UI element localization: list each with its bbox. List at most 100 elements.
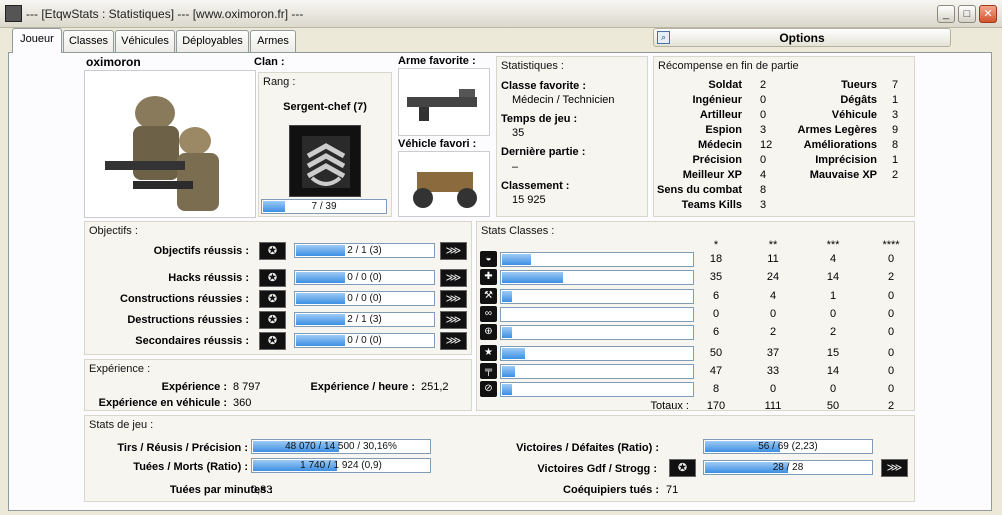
game-stats-panel: Stats de jeu : Tirs / Réusis / Précision… [84, 415, 915, 502]
pistol-icon: ╤ [480, 363, 497, 379]
fav-vehicle-image [398, 151, 490, 217]
wrench-icon: ⚒ [480, 288, 497, 304]
gdf-icon: ✪ [259, 290, 286, 308]
class-bar-fill [502, 348, 526, 359]
tab-vehicules[interactable]: Véhicules [115, 30, 175, 52]
ranking-value: 15 925 [512, 194, 546, 206]
column-header: ** [768, 239, 778, 251]
class-bar-fill [502, 384, 512, 395]
kpm-value: 0,83 [251, 484, 273, 496]
reward-value: 3 [760, 124, 767, 136]
class-stat-value: 2 [887, 271, 895, 283]
reward-label: Imprécision [815, 154, 877, 166]
shots-bar: 48 070 / 14 500 / 30,16% [251, 439, 431, 454]
game-stats-header: Stats de jeu : [89, 419, 154, 431]
options-button[interactable]: ⌕ Options [653, 28, 951, 47]
class-stat-value: 6 [712, 326, 720, 338]
ranking-label: Classement : [501, 180, 570, 192]
class-stat-value: 1 [829, 290, 837, 302]
tab-armes[interactable]: Armes [250, 30, 296, 52]
class-bar [500, 325, 694, 340]
reward-label: Améliorations [803, 139, 877, 151]
reward-label: Mauvaise XP [809, 169, 877, 181]
class-stat-value: 0 [887, 308, 895, 320]
reward-label: Véhicule [831, 109, 877, 121]
reward-value: 2 [892, 169, 899, 181]
reward-value: 0 [760, 154, 767, 166]
class-stat-value: 0 [829, 308, 837, 320]
maximize-button[interactable]: □ [958, 5, 976, 23]
gdf-strogg-bar: 28 / 28 [703, 460, 873, 475]
objective-bar-text: 0 / 0 (0) [347, 293, 382, 304]
reward-value: 0 [760, 109, 767, 121]
class-stat-value: 50 [709, 347, 723, 359]
objective-bar-text: 2 / 1 (3) [347, 245, 382, 256]
gdf-icon: ✪ [259, 269, 286, 287]
playtime-value: 35 [512, 127, 525, 139]
class-bar-fill [502, 254, 531, 265]
class-bar-fill [502, 366, 516, 377]
class-stat-value: 4 [769, 290, 777, 302]
statistics-panel: Statistiques : Classe favorite : Médecin… [496, 56, 648, 217]
reward-value: 0 [760, 94, 767, 106]
gdf-icon: ✪ [669, 459, 696, 477]
reward-value: 8 [892, 139, 899, 151]
fav-vehicle-label: Véhicle favori : [398, 138, 477, 150]
total-value: 170 [706, 400, 726, 412]
reward-label: Médecin [697, 139, 742, 151]
objective-bar: 2 / 1 (3) [294, 243, 435, 258]
reward-value: 8 [760, 184, 767, 196]
crosshair-icon: ⊕ [480, 324, 497, 340]
class-bar [500, 346, 694, 361]
reward-label: Tueurs [841, 79, 877, 91]
tab-classes[interactable]: Classes [63, 30, 114, 52]
binoculars-icon: ∞ [480, 306, 497, 322]
objective-bar-text: 0 / 0 (0) [347, 272, 382, 283]
fav-weapon-label: Arme favorite : [398, 55, 476, 67]
class-bar [500, 364, 694, 379]
class-stat-value: 35 [709, 271, 723, 283]
reward-value: 9 [892, 124, 899, 136]
reward-label: Sens du combat [657, 184, 742, 196]
clan-label: Clan : [254, 56, 285, 68]
objective-label: Secondaires réussis : [135, 335, 249, 347]
class-stat-value: 14 [826, 365, 840, 377]
last-game-value: – [512, 161, 519, 173]
class-bar [500, 307, 694, 322]
objective-label: Hacks réussis : [168, 272, 249, 284]
fav-class-label: Classe favorite : [501, 80, 586, 92]
close-button[interactable]: ✕ [979, 5, 997, 23]
class-bar [500, 270, 694, 285]
reward-value: 3 [760, 199, 767, 211]
tab-joueur[interactable]: Joueur [12, 28, 62, 53]
objective-bar: 0 / 0 (0) [294, 333, 435, 348]
teamkills-label: Coéquipiers tués : [563, 484, 659, 496]
rewards-panel: Récompense en fin de partie Soldat 2 Ingén… [653, 56, 915, 217]
fav-class-value: Médecin / Technicien [512, 94, 615, 106]
gdf-icon: ✪ [259, 242, 286, 260]
class-stat-value: 24 [766, 271, 780, 283]
column-header: **** [882, 239, 900, 251]
no-icon: ⊘ [480, 381, 497, 397]
class-stats-header: Stats Classes : [481, 225, 555, 237]
objectives-header: Objectifs : [89, 225, 138, 237]
gdf-strogg-label: Victoires Gdf / Strogg : [537, 463, 657, 475]
class-stat-value: 14 [826, 271, 840, 283]
minimize-button[interactable]: _ [937, 5, 955, 23]
reward-value: 4 [760, 169, 767, 181]
options-label: Options [779, 31, 825, 45]
class-stat-value: 2 [769, 326, 777, 338]
class-stats-panel: Stats Classes : * ** *** **** ◒ 18 11 4 0 ✚ 35 24 14… [476, 221, 915, 412]
class-stat-value: 47 [709, 365, 723, 377]
experience-panel: Expérience : Expérience : 8 797 Expérien… [84, 359, 472, 411]
class-stat-value: 4 [829, 253, 837, 265]
total-value: 111 [764, 400, 782, 412]
gdf-icon: ✪ [259, 332, 286, 350]
class-stat-value: 0 [829, 383, 837, 395]
reward-value: 1 [892, 154, 899, 166]
playtime-label: Temps de jeu : [501, 113, 578, 125]
app-icon [5, 5, 22, 22]
tab-deployables[interactable]: Déployables [176, 30, 249, 52]
column-header: * [713, 239, 719, 251]
reward-label: Soldat [708, 79, 742, 91]
